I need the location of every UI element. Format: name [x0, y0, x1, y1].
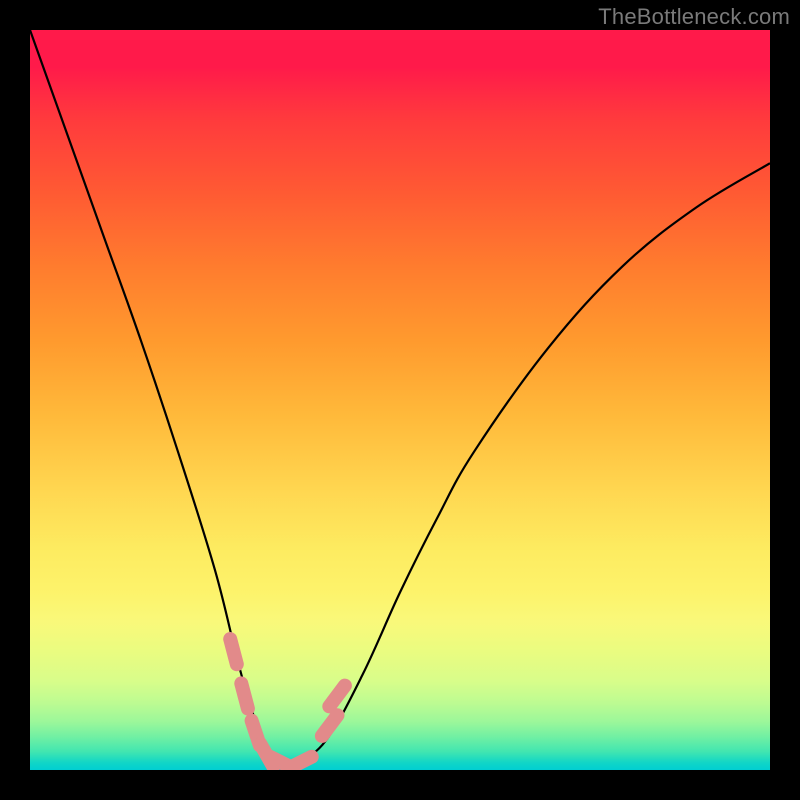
curve-marker: [230, 639, 237, 664]
curve-marker: [329, 686, 345, 707]
curve-marker: [288, 757, 311, 769]
curve-svg: [30, 30, 770, 770]
bottleneck-curve: [30, 30, 770, 765]
chart-stage: TheBottleneck.com: [0, 0, 800, 800]
watermark-text: TheBottleneck.com: [598, 4, 790, 30]
marker-group: [230, 639, 345, 768]
curve-marker: [322, 715, 338, 736]
plot-area: [30, 30, 770, 770]
curve-marker: [241, 683, 248, 708]
